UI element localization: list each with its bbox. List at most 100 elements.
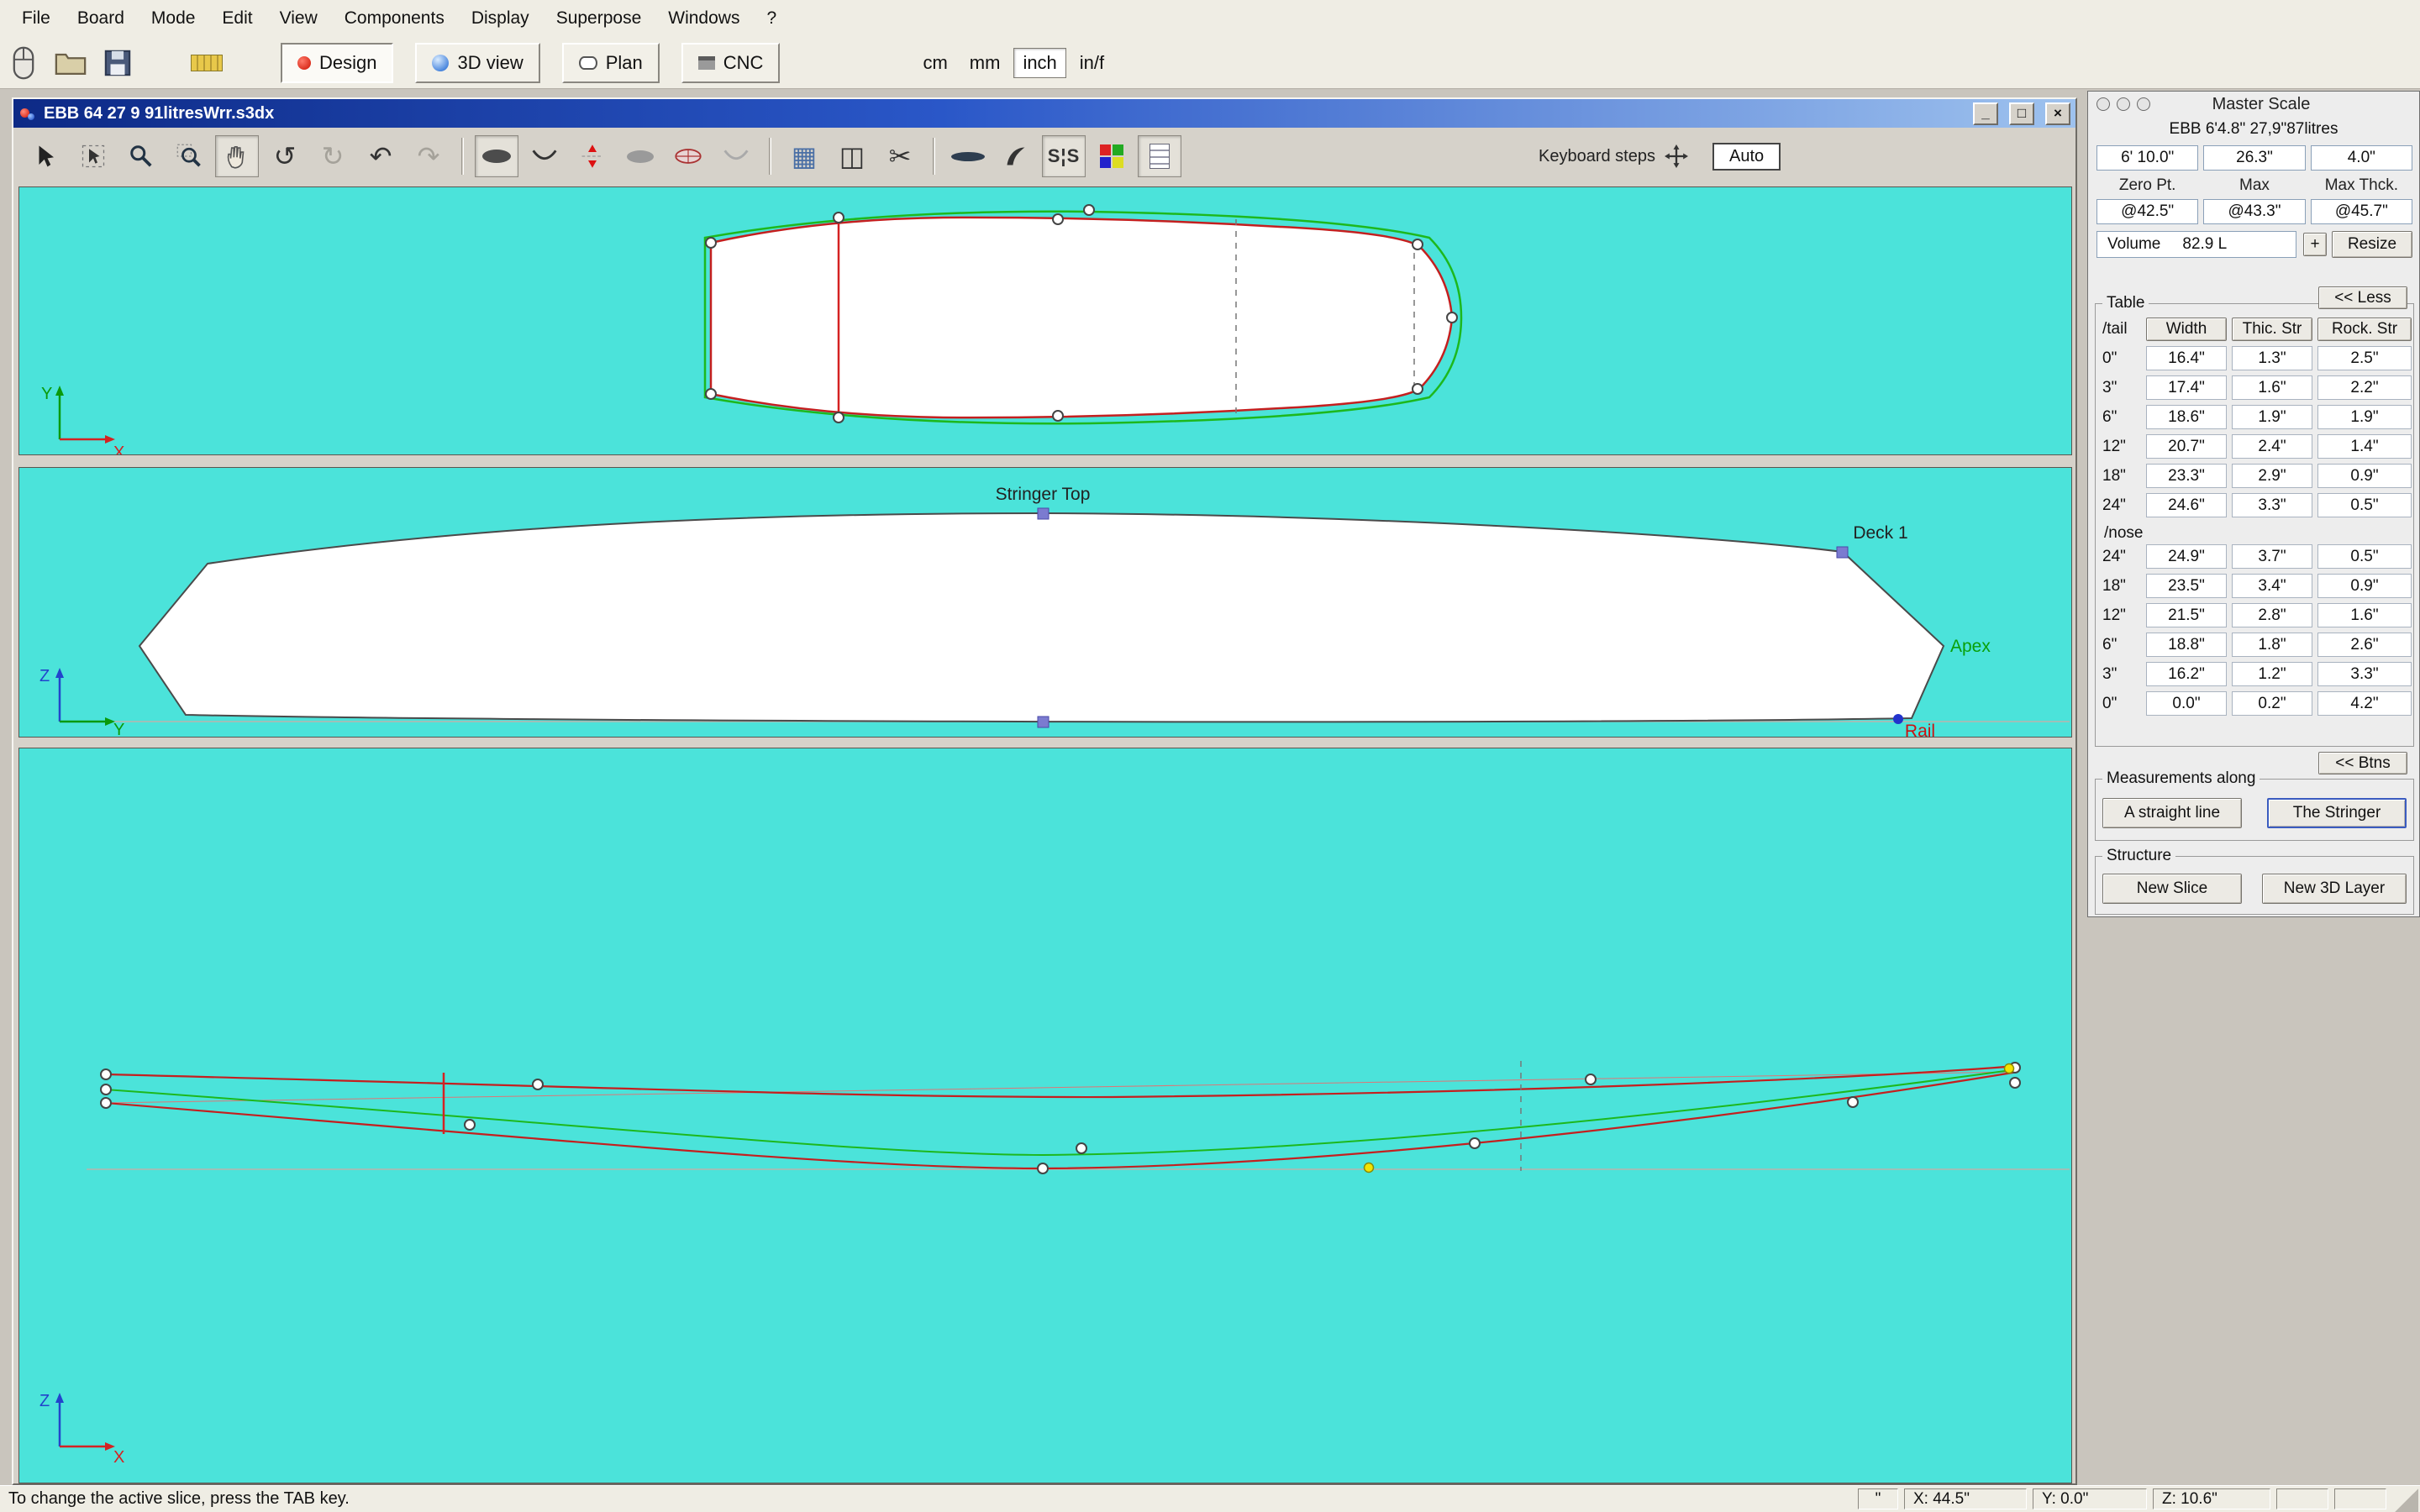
mouse-icon[interactable]: [0, 41, 47, 85]
width-cell[interactable]: 23.5": [2146, 574, 2227, 598]
panel-window-buttons[interactable]: [2096, 97, 2150, 111]
rock-cell[interactable]: 1.6": [2317, 603, 2412, 627]
btns-button[interactable]: << Btns: [2318, 752, 2407, 774]
select-cursor-icon[interactable]: [24, 135, 67, 177]
bottom-rocker-curve[interactable]: [106, 1072, 2018, 1168]
split-panels-icon[interactable]: ◫: [830, 135, 874, 177]
outline-canvas[interactable]: Y X: [19, 187, 2072, 455]
width-cell[interactable]: 0.0": [2146, 691, 2227, 716]
thickness-field[interactable]: 4.0": [2311, 145, 2412, 171]
rock-cell[interactable]: 3.3": [2317, 662, 2412, 686]
thic-cell[interactable]: 1.3": [2232, 346, 2312, 370]
thic-cell[interactable]: 1.8": [2232, 633, 2312, 657]
rock-cell[interactable]: 4.2": [2317, 691, 2412, 716]
minimize-button[interactable]: _: [1973, 102, 1998, 125]
auto-button[interactable]: Auto: [1712, 143, 1781, 171]
thic-cell[interactable]: 2.4": [2232, 434, 2312, 459]
width-cell[interactable]: 18.8": [2146, 633, 2227, 657]
menu-mode[interactable]: Mode: [138, 5, 209, 32]
menu-windows[interactable]: Windows: [655, 5, 753, 32]
undo-icon[interactable]: ↶: [359, 135, 402, 177]
thic-cell[interactable]: 1.2": [2232, 662, 2312, 686]
width-cell[interactable]: 20.7": [2146, 434, 2227, 459]
apex-symmetry-icon[interactable]: [571, 135, 614, 177]
rock-cell[interactable]: 0.5": [2317, 544, 2412, 569]
menu-components[interactable]: Components: [331, 5, 458, 32]
new-slice-button[interactable]: New Slice: [2102, 874, 2242, 904]
thic-cell[interactable]: 3.4": [2232, 574, 2312, 598]
rocker-canvas[interactable]: Z X: [19, 748, 2072, 1483]
menu-help[interactable]: ?: [753, 5, 790, 32]
width-cell[interactable]: 16.4": [2146, 346, 2227, 370]
outline-board-shape[interactable]: [711, 218, 1452, 417]
max-thick-pos-field[interactable]: @45.7": [2311, 199, 2412, 224]
zoom-window-icon[interactable]: [167, 135, 211, 177]
save-icon[interactable]: [94, 41, 141, 85]
slice-grid-icon[interactable]: [666, 135, 710, 177]
outline-mode-icon[interactable]: [475, 135, 518, 177]
pan-hand-icon[interactable]: [215, 135, 259, 177]
panel-button-2[interactable]: [2117, 97, 2130, 111]
thic-str-column-button[interactable]: Thic. Str: [2232, 318, 2312, 341]
resize-grip[interactable]: [2395, 1488, 2418, 1512]
unit-mm[interactable]: mm: [961, 49, 1009, 77]
thic-cell[interactable]: 0.2": [2232, 691, 2312, 716]
menu-file[interactable]: File: [8, 5, 64, 32]
notes-icon[interactable]: [1138, 135, 1181, 177]
width-cell[interactable]: 16.2": [2146, 662, 2227, 686]
slice-solid-icon[interactable]: [618, 135, 662, 177]
viewport-outline[interactable]: Y X: [18, 186, 2072, 455]
width-cell[interactable]: 24.9": [2146, 544, 2227, 569]
highlight-points[interactable]: [1365, 1064, 2014, 1173]
unit-cm[interactable]: cm: [914, 49, 955, 77]
menu-display[interactable]: Display: [458, 5, 543, 32]
color-layers-icon[interactable]: [1090, 135, 1134, 177]
deck-curve[interactable]: [106, 1066, 2018, 1097]
open-icon[interactable]: [47, 41, 94, 85]
stringer-button[interactable]: The Stringer: [2267, 798, 2407, 828]
cnc-button[interactable]: CNC: [681, 43, 781, 83]
thic-cell[interactable]: 2.9": [2232, 464, 2312, 488]
master-scale-titlebar[interactable]: Master Scale: [2088, 92, 2419, 117]
viewport-rocker[interactable]: Z X: [18, 748, 2072, 1483]
zero-pt-field[interactable]: @42.5": [2096, 199, 2198, 224]
less-button[interactable]: << Less: [2318, 286, 2407, 309]
length-field[interactable]: 6' 10.0": [2096, 145, 2198, 171]
close-button[interactable]: ×: [2045, 102, 2070, 125]
volume-plus-button[interactable]: +: [2303, 233, 2327, 256]
width-cell[interactable]: 21.5": [2146, 603, 2227, 627]
grid-table-icon[interactable]: ▦: [782, 135, 826, 177]
unit-inf[interactable]: in/f: [1071, 49, 1113, 77]
resize-button[interactable]: Resize: [2332, 231, 2412, 258]
width-cell[interactable]: 24.6": [2146, 493, 2227, 517]
design-button[interactable]: Design: [281, 43, 393, 83]
menu-board[interactable]: Board: [64, 5, 138, 32]
thic-cell[interactable]: 3.7": [2232, 544, 2312, 569]
thic-cell[interactable]: 1.9": [2232, 405, 2312, 429]
select-points-icon[interactable]: [71, 135, 115, 177]
thic-cell[interactable]: 3.3": [2232, 493, 2312, 517]
rotate-view-icon[interactable]: ↺: [263, 135, 307, 177]
width-cell[interactable]: 23.3": [2146, 464, 2227, 488]
width-cell[interactable]: 18.6": [2146, 405, 2227, 429]
menu-view[interactable]: View: [266, 5, 331, 32]
rock-cell[interactable]: 2.6": [2317, 633, 2412, 657]
cut-scissors-icon[interactable]: ✂: [878, 135, 922, 177]
width-column-button[interactable]: Width: [2146, 318, 2227, 341]
window-titlebar[interactable]: EBB 64 27 9 91litresWrr.s3dx _ □ ×: [13, 99, 2075, 128]
width-field[interactable]: 26.3": [2203, 145, 2305, 171]
width-cell[interactable]: 17.4": [2146, 375, 2227, 400]
viewport-slice[interactable]: Stringer Top Deck 1 Apex Rail Z Y: [18, 467, 2072, 738]
maximize-button[interactable]: □: [2009, 102, 2034, 125]
menu-edit[interactable]: Edit: [208, 5, 266, 32]
rock-cell[interactable]: 0.5": [2317, 493, 2412, 517]
unit-inch[interactable]: inch: [1013, 48, 1065, 78]
rock-cell[interactable]: 0.9": [2317, 574, 2412, 598]
zoom-icon[interactable]: [119, 135, 163, 177]
control-points[interactable]: [101, 1063, 2020, 1173]
rotate-view-back-icon[interactable]: ↻: [311, 135, 355, 177]
board-outline-icon[interactable]: [946, 135, 990, 177]
rock-str-column-button[interactable]: Rock. Str: [2317, 318, 2412, 341]
straight-line-button[interactable]: A straight line: [2102, 798, 2242, 828]
max-pos-field[interactable]: @43.3": [2203, 199, 2305, 224]
